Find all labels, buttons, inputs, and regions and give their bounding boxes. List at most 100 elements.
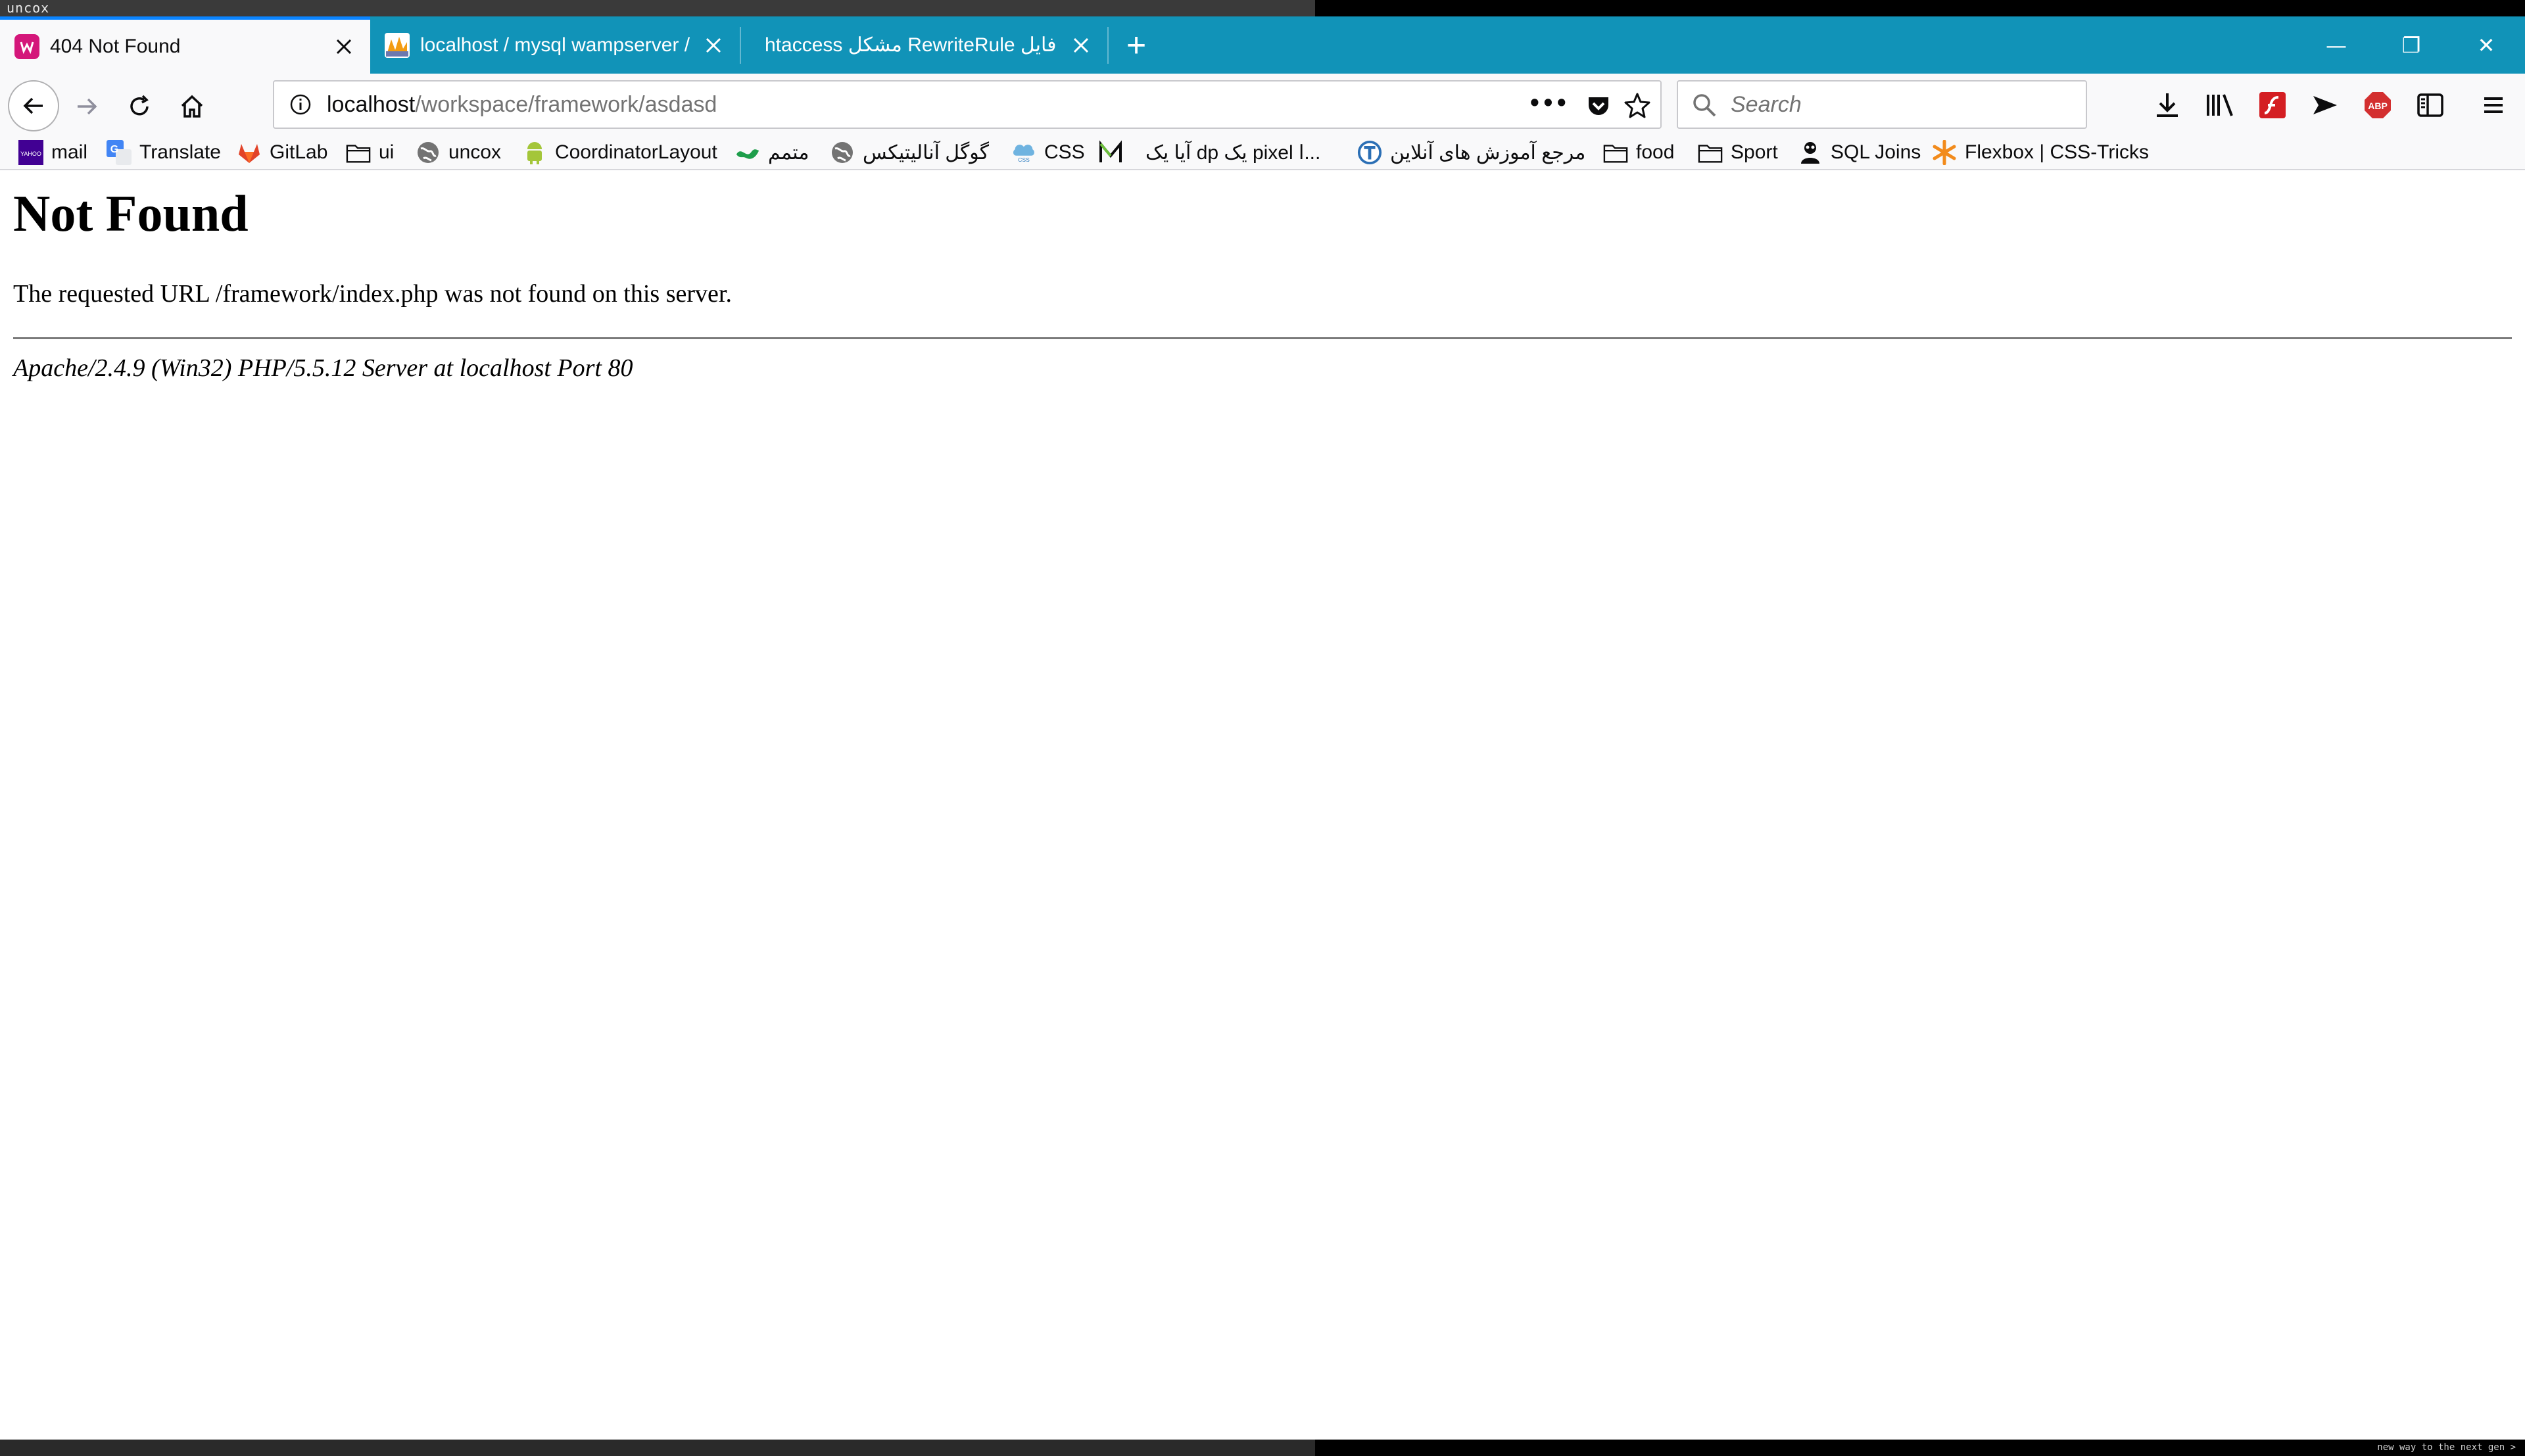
bookmark-flexbox-css-tricks[interactable]: Flexbox | CSS-Tricks xyxy=(1932,135,2149,170)
tab-phpmyadmin[interactable]: localhost / mysql wampserver / xyxy=(370,16,740,74)
url-host: localhost xyxy=(327,92,416,117)
minimize-icon: — xyxy=(2326,32,2347,58)
desktop-bottom-bar-left xyxy=(0,1440,1315,1456)
open-menu-button[interactable] xyxy=(2474,85,2513,125)
bookmark-mail[interactable]: YAHOO mail xyxy=(18,135,87,170)
svg-text:G: G xyxy=(110,144,118,155)
bookmark-label: mail xyxy=(51,141,88,163)
tab-htaccess-question[interactable]: htaccess مشکل RewriteRule در فایل xyxy=(741,16,1107,74)
bookmark-folder-sport[interactable]: Sport xyxy=(1698,135,1778,170)
library-button[interactable] xyxy=(2200,85,2240,125)
search-input[interactable]: Search xyxy=(1731,82,1802,128)
svg-text:ABP: ABP xyxy=(2368,101,2388,111)
bookmark-translate[interactable]: G Translate xyxy=(107,135,221,170)
adblock-plus-button[interactable]: ABP xyxy=(2358,85,2397,125)
search-bar[interactable]: Search xyxy=(1677,80,2087,129)
sidebar-toggle-button[interactable] xyxy=(2411,85,2450,125)
tab-title: localhost / mysql wampserver / xyxy=(420,34,690,56)
css-icon: CSS xyxy=(1011,140,1036,165)
new-tab-button[interactable]: + xyxy=(1111,16,1161,74)
bookmark-star-icon[interactable] xyxy=(1623,91,1651,119)
hamburger-menu-icon xyxy=(2484,97,2503,113)
bookmark-coordinatorlayout[interactable]: CoordinatorLayout xyxy=(522,135,717,170)
bookmark-label: مرجع آموزش های آنلاین xyxy=(1390,141,1586,164)
bookmark-css[interactable]: CSS CSS xyxy=(1011,135,1085,170)
flash-extension-button[interactable] xyxy=(2253,85,2292,125)
close-window-button[interactable]: ✕ xyxy=(2450,16,2522,74)
bookmark-gitlab[interactable]: GitLab xyxy=(237,135,327,170)
tab-404-not-found[interactable]: 404 Not Found xyxy=(0,16,370,74)
android-icon xyxy=(522,140,547,165)
page-content: Not Found The requested URL /framework/i… xyxy=(0,171,2525,1433)
svg-text:CSS: CSS xyxy=(1018,156,1030,163)
bookmark-m-site[interactable] xyxy=(1098,135,1131,170)
desktop-top-bar: uncox xyxy=(0,0,2525,16)
bookmark-label: ui xyxy=(379,141,395,163)
sql-joins-icon xyxy=(1798,140,1823,165)
bookmark-label: CSS xyxy=(1044,141,1085,163)
bookmark-uncox[interactable]: uncox xyxy=(416,135,501,170)
send-extension-button[interactable] xyxy=(2305,85,2345,125)
svg-text:YAHOO: YAHOO xyxy=(20,151,41,157)
close-tab-icon[interactable] xyxy=(1068,32,1094,59)
home-icon xyxy=(181,95,203,118)
plus-icon: + xyxy=(1126,26,1147,64)
bookmark-google-analytics[interactable]: گوگل آنالیتیکس xyxy=(830,135,989,170)
bookmark-online-tutorials[interactable]: مرجع آموزش های آنلاین xyxy=(1357,135,1585,170)
tab-title: htaccess مشکل RewriteRule در فایل xyxy=(765,34,1060,56)
globe-icon xyxy=(416,140,441,165)
desktop-brand-label: uncox xyxy=(7,0,50,16)
bookmarks-toolbar: YAHOO mail G Translate GitLab ui uncox C… xyxy=(0,135,2525,170)
forward-arrow-icon xyxy=(78,98,97,115)
bookmark-dp-pixel[interactable]: آیا یک dp یک pixel ا... xyxy=(1145,135,1320,170)
divider xyxy=(13,337,2512,339)
url-path: /workspace/framework/asdasd xyxy=(415,92,717,117)
folder-icon xyxy=(1603,140,1628,165)
desktop-tagline: new way to the next gen > xyxy=(2377,1442,2516,1453)
bookmark-label: SQL Joins xyxy=(1831,141,1921,163)
page-actions-icon[interactable]: ••• xyxy=(1528,82,1568,128)
bookmark-folder-ui[interactable]: ui xyxy=(346,135,394,170)
back-button[interactable] xyxy=(8,80,59,131)
restore-window-button[interactable]: ❐ xyxy=(2375,16,2447,74)
downloads-button[interactable] xyxy=(2148,85,2187,125)
globe-icon xyxy=(830,140,855,165)
phpmyadmin-icon xyxy=(385,32,410,58)
bookmark-label: Sport xyxy=(1731,141,1778,163)
gitlab-icon xyxy=(237,140,262,165)
bookmark-label: uncox xyxy=(448,141,502,163)
folder-icon xyxy=(1698,140,1723,165)
minimize-window-button[interactable]: — xyxy=(2300,16,2372,74)
bookmark-label: Translate xyxy=(139,141,221,163)
site-info-icon[interactable] xyxy=(289,93,312,116)
download-icon xyxy=(2157,93,2178,117)
forward-button[interactable] xyxy=(66,85,108,128)
sidebar-icon xyxy=(2417,93,2443,117)
search-icon xyxy=(1691,92,1718,118)
wamp-icon xyxy=(14,34,39,59)
bookmark-label: متمم xyxy=(768,141,809,164)
flash-icon xyxy=(2259,92,2286,118)
url-bar[interactable]: localhost/workspace/framework/asdasd ••• xyxy=(273,80,1662,129)
bookmark-label: Flexbox | CSS-Tricks xyxy=(1965,141,2150,163)
bookmark-folder-food[interactable]: food xyxy=(1603,135,1674,170)
close-tab-icon[interactable] xyxy=(331,34,357,60)
error-message: The requested URL /framework/index.php w… xyxy=(13,280,732,308)
tab-separator xyxy=(1107,27,1109,64)
bookmark-label: food xyxy=(1636,141,1675,163)
tab-strip: 404 Not Found localhost / mysql wampserv… xyxy=(0,16,2525,74)
reload-icon xyxy=(130,95,149,116)
close-tab-icon[interactable] xyxy=(700,32,727,59)
google-translate-icon: G xyxy=(107,140,132,165)
send-icon xyxy=(2313,96,2337,114)
url-text[interactable]: localhost/workspace/framework/asdasd xyxy=(327,82,717,128)
yahoo-mail-icon: YAHOO xyxy=(18,140,43,165)
bookmark-sql-joins[interactable]: SQL Joins xyxy=(1798,135,1921,170)
reload-button[interactable] xyxy=(118,85,160,128)
library-icon xyxy=(2207,94,2233,116)
bookmark-label: آیا یک dp یک pixel ا... xyxy=(1145,141,1321,164)
t-logo-icon xyxy=(1357,140,1382,165)
home-button[interactable] xyxy=(171,85,213,128)
pocket-icon[interactable] xyxy=(1585,92,1612,118)
bookmark-motamem[interactable]: متمم xyxy=(735,135,809,170)
